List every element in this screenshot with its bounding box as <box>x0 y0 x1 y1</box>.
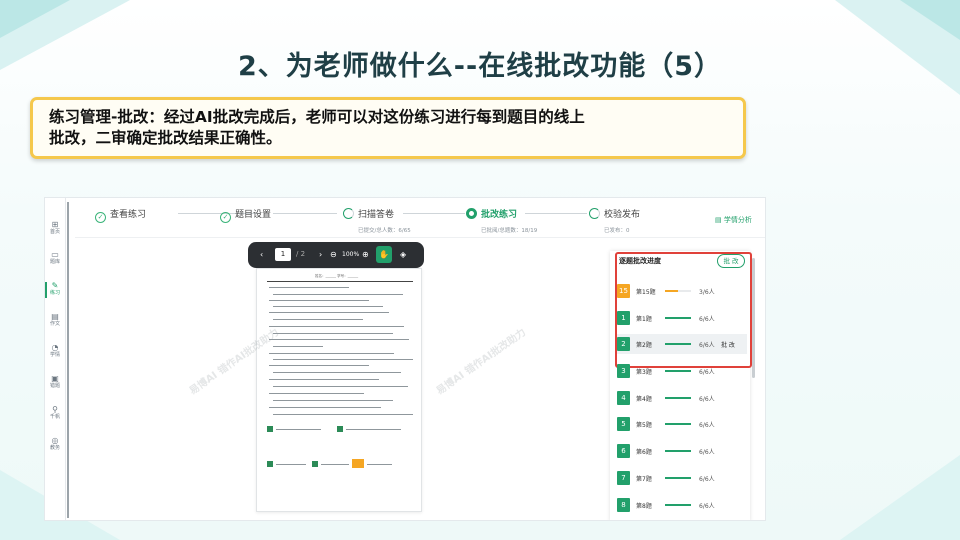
question-row-15[interactable]: 15 第15题 3/6人 <box>617 281 747 301</box>
grade-practice-stat: 已批阅/总题数：18/19 <box>481 228 538 234</box>
divider <box>67 202 69 518</box>
step-grade-practice[interactable]: 批改练习 <box>466 207 517 220</box>
progress-bar <box>665 397 691 399</box>
current-circle-icon <box>466 208 477 219</box>
question-row-6[interactable]: 6 第6题 6/6人 <box>617 441 747 461</box>
question-row-2[interactable]: 2 第2题 6/6人 批 改 <box>617 334 747 354</box>
left-sidebar: ⊞ 首页 ▭ 题库 ✎ 练习 ▤ 作文 ◔ 学情 ▣ 错题 ⚲ 千帆 ◎ 教务 <box>45 198 66 520</box>
report-icon: ▤ <box>715 216 724 224</box>
loading-circle-icon <box>589 208 600 219</box>
check-circle-icon: ✓ <box>220 212 231 223</box>
zoom-level: 100% <box>342 251 360 258</box>
chart-icon: ◔ <box>51 343 59 352</box>
progress-bar <box>665 504 691 506</box>
sidebar-item-wrong-questions[interactable]: ▣ 错题 <box>45 374 65 389</box>
step-verify-publish[interactable]: 校验发布 <box>589 207 640 220</box>
progress-bar <box>665 290 691 292</box>
hand-tool-icon[interactable]: ✋ <box>376 246 392 263</box>
analysis-link[interactable]: ▤ 学情分析 <box>715 215 752 225</box>
step-question-settings[interactable]: ✓ 题目设置 <box>220 207 271 223</box>
question-row-5[interactable]: 5 第5题 6/6人 <box>617 414 747 434</box>
progress-bar <box>665 477 691 479</box>
step-progress-bar: ✓ 查看练习 ✓ 题目设置 扫描答卷 已提交/总人数：6/65 批改练习 已批阅/总… <box>75 198 765 238</box>
step-connector <box>525 213 587 214</box>
question-marker <box>312 461 318 467</box>
question-marker <box>267 426 273 432</box>
progress-bar <box>665 343 691 345</box>
target-icon[interactable]: ◈ <box>400 250 406 259</box>
zoom-out-icon[interactable]: ⊖ <box>330 250 337 259</box>
progress-bar <box>665 317 691 319</box>
loading-circle-icon <box>343 208 354 219</box>
callout-line-2: 批改，二审确定批改结果正确性。 <box>49 129 282 147</box>
slide-title: 2、为老师做什么--在线批改功能（5） <box>238 51 722 82</box>
scan-answers-stat: 已提交/总人数：6/65 <box>358 228 411 234</box>
description-callout: 练习管理-批改：经过AI批改完成后，老师可以对这份练习进行每到题目的线上 批改，… <box>30 97 746 159</box>
sidebar-item-qianfan[interactable]: ⚲ 千帆 <box>45 405 65 420</box>
step-connector <box>273 213 337 214</box>
row-grade-button[interactable]: 批 改 <box>721 340 735 349</box>
page-input[interactable]: 1 <box>275 248 291 261</box>
book-icon: ▣ <box>51 374 59 383</box>
panel-scrollbar[interactable] <box>752 258 755 378</box>
progress-panel-title: 逐题批改进度 <box>619 257 661 265</box>
verify-publish-stat: 已发布：0 <box>604 228 630 234</box>
sidebar-item-essay[interactable]: ▤ 作文 <box>45 312 65 327</box>
grid-icon: ⊞ <box>51 220 59 229</box>
sidebar-item-practice[interactable]: ✎ 练习 <box>45 281 65 296</box>
search-icon: ⚲ <box>52 405 58 414</box>
watermark: 易博AI 错作AI批改助力 <box>434 327 529 398</box>
sidebar-item-admin[interactable]: ◎ 教务 <box>45 436 65 451</box>
progress-bar <box>665 370 691 372</box>
question-row-1[interactable]: 1 第1题 6/6人 <box>617 308 747 328</box>
sidebar-item-question-bank[interactable]: ▭ 题库 <box>45 250 65 265</box>
progress-bar <box>665 423 691 425</box>
callout-line-1: 练习管理-批改：经过AI批改完成后，老师可以对这份练习进行每到题目的线上 <box>49 108 585 126</box>
question-row-7[interactable]: 7 第7题 6/6人 <box>617 468 747 488</box>
document-icon: ▤ <box>51 312 59 321</box>
folder-icon: ▭ <box>51 250 59 259</box>
document-toolbar: ‹ 1 / 2 › ⊖ 100% ⊕ ✋ ◈ <box>248 242 424 268</box>
question-row-4[interactable]: 4 第4题 6/6人 <box>617 388 747 408</box>
sheet-header: 姓名：______ 学号：______ <box>315 274 359 278</box>
sidebar-item-home[interactable]: ⊞ 首页 <box>45 220 65 235</box>
zoom-in-icon[interactable]: ⊕ <box>362 250 369 259</box>
progress-bar <box>665 450 691 452</box>
question-row-8[interactable]: 8 第8题 6/6人 <box>617 495 747 515</box>
question-row-3[interactable]: 3 第3题 6/6人 <box>617 361 747 381</box>
sidebar-item-analytics[interactable]: ◔ 学情 <box>45 343 65 358</box>
answer-sheet-preview: 姓名：______ 学号：______ <box>256 268 422 512</box>
page-total: / 2 <box>296 250 306 258</box>
app-screenshot: ⊞ 首页 ▭ 题库 ✎ 练习 ▤ 作文 ◔ 学情 ▣ 错题 ⚲ 千帆 ◎ 教务 ✓ 查看练习 ✓ 题… <box>44 197 766 521</box>
question-marker <box>267 461 273 467</box>
question-marker <box>352 459 364 468</box>
step-scan-answers[interactable]: 扫描答卷 <box>343 207 394 220</box>
step-view-practice[interactable]: ✓ 查看练习 <box>95 207 146 223</box>
step-connector <box>403 213 465 214</box>
question-marker <box>337 426 343 432</box>
check-circle-icon: ✓ <box>95 212 106 223</box>
prev-page-button[interactable]: ‹ <box>260 250 263 259</box>
settings-icon: ◎ <box>51 436 59 445</box>
next-page-button[interactable]: › <box>319 250 322 259</box>
grade-button[interactable]: 批 改 <box>717 254 745 268</box>
pen-icon: ✎ <box>51 281 59 290</box>
